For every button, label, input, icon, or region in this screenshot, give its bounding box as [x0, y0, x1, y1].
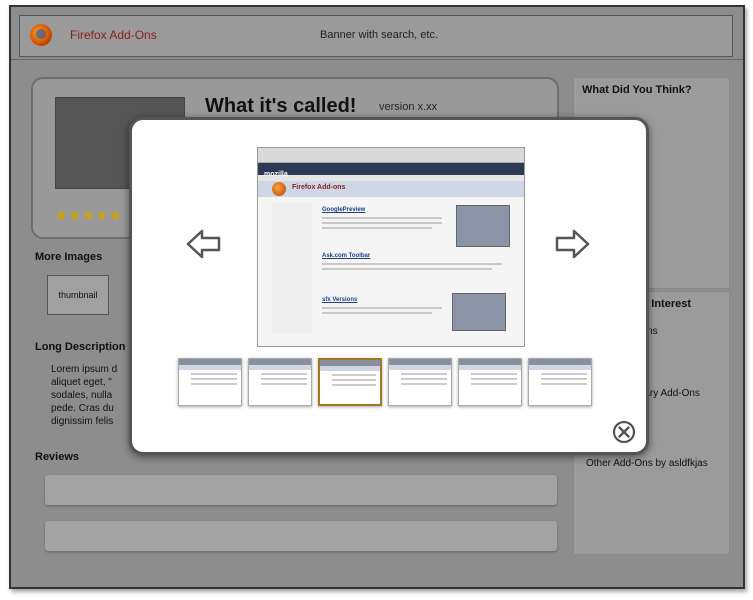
- description-line: dignissim felis: [51, 416, 114, 427]
- review-item[interactable]: [45, 521, 557, 551]
- screenshot-sidebar: [272, 203, 312, 333]
- firefox-logo-icon[interactable]: [30, 24, 52, 46]
- firefox-small-logo-icon: [272, 182, 286, 196]
- screenshot-body: GooglePreview Ask.com Toolbar sfx Versio…: [258, 197, 524, 337]
- long-description-text: Lorem ipsum d aliquet eget, " sodales, n…: [51, 363, 131, 428]
- mozilla-brand: mozilla: [264, 171, 288, 178]
- header-divider: [11, 59, 743, 60]
- text-line: [322, 312, 432, 314]
- more-images-heading: More Images: [35, 251, 103, 263]
- addon-title: What it's called!: [205, 95, 357, 117]
- gallery-thumbnail[interactable]: [458, 358, 522, 406]
- text-line: [322, 217, 442, 219]
- image-lightbox: mozilla Firefox Add-ons GooglePreview As…: [129, 117, 649, 455]
- browser-toolbar: [258, 148, 524, 163]
- right-arrow-icon[interactable]: [554, 228, 590, 260]
- banner-placeholder-text: Banner with search, etc.: [320, 29, 439, 41]
- close-icon[interactable]: [612, 420, 636, 444]
- gallery-thumbnail[interactable]: [388, 358, 452, 406]
- addons-header-title: Firefox Add-ons: [292, 184, 346, 191]
- text-line: [322, 263, 502, 265]
- site-title[interactable]: Firefox Add-Ons: [70, 28, 157, 42]
- large-screenshot: mozilla Firefox Add-ons GooglePreview As…: [257, 147, 525, 347]
- reviews-heading: Reviews: [35, 451, 80, 463]
- mozilla-bar: mozilla: [258, 163, 524, 178]
- feedback-title: What Did You Think?: [582, 84, 692, 96]
- screenshot-link: GooglePreview: [322, 207, 366, 213]
- gallery-thumbnail-selected[interactable]: [318, 358, 382, 406]
- gallery-thumbnail[interactable]: [528, 358, 592, 406]
- image-thumbnail[interactable]: thumbnail: [47, 275, 109, 315]
- addon-version: version x.xx: [379, 101, 438, 113]
- review-item[interactable]: [45, 475, 557, 505]
- long-description-heading: Long Description: [35, 341, 126, 353]
- banner: Firefox Add-Ons Banner with search, etc.: [19, 15, 733, 57]
- page-frame: Firefox Add-Ons Banner with search, etc.…: [9, 5, 745, 589]
- description-line: sodales, nulla: [51, 390, 113, 401]
- addons-header: Firefox Add-ons: [258, 181, 524, 197]
- text-line: [322, 307, 442, 309]
- description-line: aliquet eget, ": [51, 377, 112, 388]
- text-line: [322, 227, 432, 229]
- screenshot-image: [456, 205, 510, 247]
- screenshot-link: sfx Versions: [322, 297, 358, 303]
- description-line: pede. Cras du: [51, 403, 114, 414]
- description-line: Lorem ipsum d: [51, 364, 118, 375]
- screenshot-image: [452, 293, 506, 331]
- other-addons-by-author[interactable]: Other Add-Ons by asldfkjas: [586, 458, 708, 469]
- gallery-thumbnail[interactable]: [248, 358, 312, 406]
- thumbnail-label: thumbnail: [58, 290, 98, 300]
- gallery-thumbnail[interactable]: [178, 358, 242, 406]
- screenshot-link: Ask.com Toolbar: [322, 253, 371, 259]
- rating-stars: ★★★★★: [55, 207, 123, 223]
- text-line: [322, 222, 442, 224]
- left-arrow-icon[interactable]: [186, 228, 222, 260]
- text-line: [322, 268, 492, 270]
